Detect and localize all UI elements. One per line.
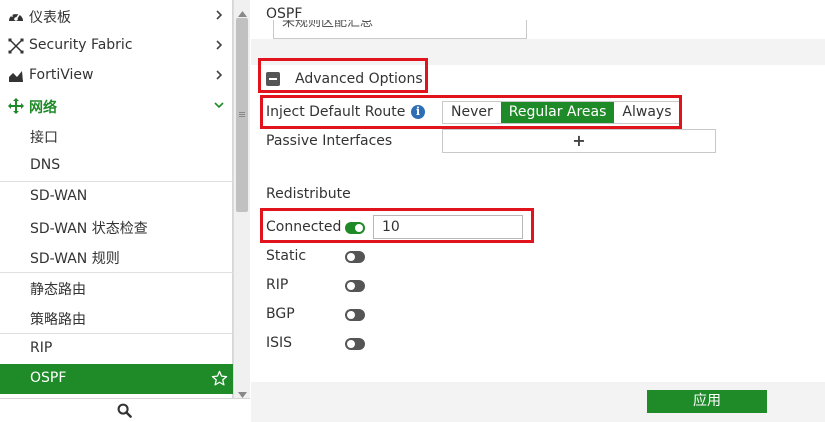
- highlight-box: [258, 58, 428, 93]
- sidebar-item-fortiview[interactable]: FortiView: [0, 61, 233, 91]
- network-icon: [8, 98, 24, 114]
- sidebar-item-sd-wan-health-check[interactable]: SD-WAN 状态检查: [0, 212, 233, 242]
- sidebar-item-label: FortiView: [29, 67, 94, 83]
- chevron-right-icon: [213, 38, 225, 52]
- header-panel: OSPF 未规则区配汇总: [251, 0, 825, 39]
- sidebar-item-policy-routes[interactable]: 策略路由: [0, 303, 233, 333]
- partial-input-field[interactable]: 未规则区配汇总: [273, 20, 527, 39]
- scrollbar-grip-icon: [239, 112, 245, 117]
- sidebar-item-dashboard[interactable]: 仪表板: [0, 1, 233, 31]
- fortiview-icon: [8, 69, 24, 83]
- sidebar-scrollbar[interactable]: [233, 0, 250, 398]
- sidebar-item-security-fabric[interactable]: Security Fabric: [0, 31, 233, 61]
- sidebar-item-label: 仪表板: [29, 10, 71, 26]
- sidebar-item-label: Security Fabric: [29, 37, 133, 53]
- security-fabric-icon: [8, 38, 24, 54]
- chevron-right-icon: [213, 68, 225, 82]
- static-toggle[interactable]: [345, 251, 365, 263]
- chevron-right-icon: [213, 8, 225, 22]
- apply-button[interactable]: 应用: [647, 390, 767, 413]
- sidebar-item-network[interactable]: 网络: [0, 91, 233, 121]
- sidebar-item-rip[interactable]: RIP: [0, 334, 233, 364]
- sidebar-item-label: RIP: [30, 340, 53, 356]
- static-label: Static: [266, 248, 307, 264]
- add-passive-interface-button[interactable]: +: [442, 129, 716, 153]
- sidebar-item-label: 网络: [29, 100, 57, 116]
- sidebar-item-ospf[interactable]: OSPF: [0, 364, 233, 394]
- sidebar-item-label: SD-WAN: [30, 188, 88, 204]
- sidebar-item-label: 策略路由: [30, 312, 86, 328]
- highlight-box: [260, 95, 682, 129]
- sidebar-item-label: 静态路由: [30, 282, 86, 298]
- sidebar-item-sd-wan-rules[interactable]: SD-WAN 规则: [0, 242, 233, 272]
- bgp-toggle[interactable]: [345, 309, 365, 321]
- bgp-label: BGP: [266, 306, 295, 322]
- redistribute-title: Redistribute: [266, 186, 351, 202]
- sidebar-item-sd-wan[interactable]: SD-WAN: [0, 182, 233, 212]
- sidebar-item-label: SD-WAN 规则: [30, 251, 120, 267]
- rip-toggle[interactable]: [345, 280, 365, 292]
- search-icon[interactable]: [117, 403, 132, 422]
- sidebar-item-label: OSPF: [30, 370, 67, 386]
- chevron-down-icon: [213, 98, 225, 112]
- sidebar-item-interfaces[interactable]: 接口: [0, 121, 233, 151]
- passive-interfaces-label: Passive Interfaces: [266, 133, 393, 149]
- main-content: OSPF 未规则区配汇总 Advanced Options Inject Def…: [251, 0, 825, 422]
- star-icon[interactable]: [211, 370, 228, 391]
- sidebar-item-label: SD-WAN 状态检查: [30, 221, 148, 237]
- rip-label: RIP: [266, 277, 289, 293]
- highlight-box: [260, 208, 534, 243]
- isis-toggle[interactable]: [345, 338, 365, 350]
- dashboard-icon: [8, 9, 24, 23]
- sidebar-item-label: 接口: [30, 130, 58, 146]
- sidebar-item-static-routes[interactable]: 静态路由: [0, 273, 233, 303]
- sidebar-item-dns[interactable]: DNS: [0, 151, 233, 181]
- sidebar: 仪表板 Security Fabric FortiView 网络 接口 DNS …: [0, 0, 233, 422]
- sidebar-item-label: DNS: [30, 157, 61, 173]
- isis-label: ISIS: [266, 335, 293, 351]
- sidebar-search[interactable]: [0, 398, 250, 422]
